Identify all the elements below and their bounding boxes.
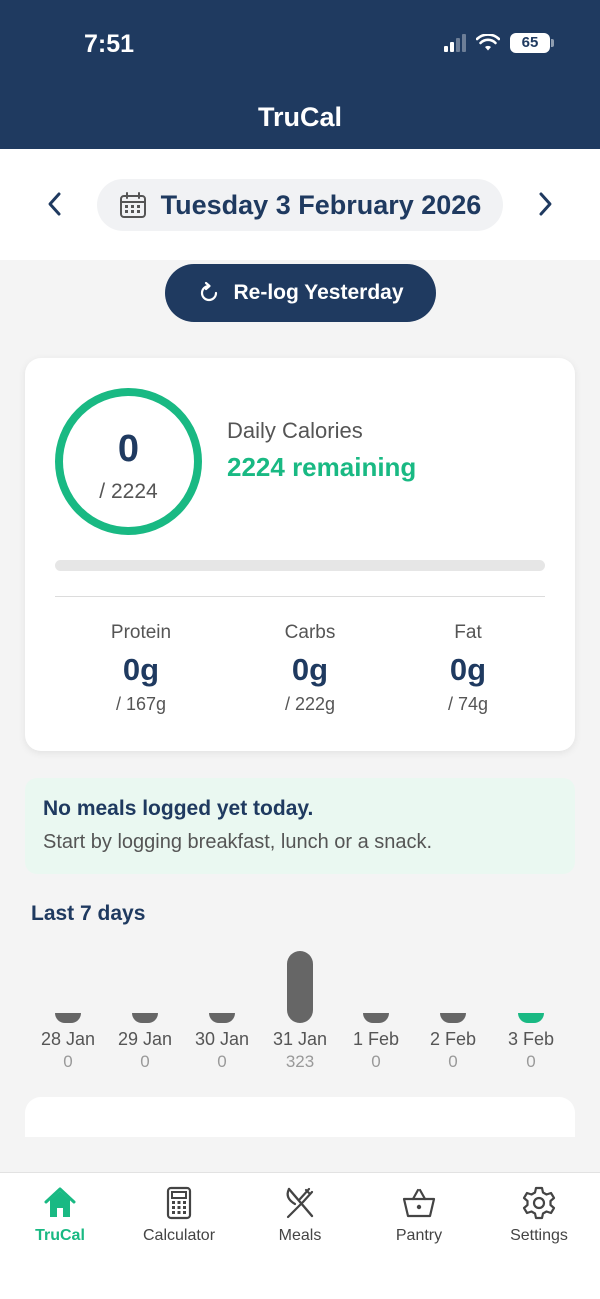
- notice-body: Start by logging breakfast, lunch or a s…: [43, 831, 433, 853]
- day-column[interactable]: 2 Feb 0: [418, 940, 488, 1075]
- day-bar: [287, 951, 313, 1023]
- day-label: 28 Jan: [40, 1029, 96, 1049]
- day-column[interactable]: 29 Jan 0: [110, 940, 180, 1075]
- date-picker[interactable]: Tuesday 3 February 2026: [97, 179, 503, 231]
- day-bar: [440, 1013, 466, 1023]
- macro-value: 0g: [449, 652, 487, 687]
- app-title: TruCal: [257, 102, 343, 132]
- day-label: 2 Feb: [429, 1029, 477, 1049]
- day-bar: [518, 1013, 544, 1023]
- calories-target: / 2224: [99, 480, 158, 503]
- gear-icon: [522, 1186, 556, 1220]
- macro-value: 0g: [122, 652, 160, 687]
- tab-meals[interactable]: Meals: [245, 1185, 355, 1249]
- day-label: 3 Feb: [507, 1029, 555, 1049]
- refresh-icon: [201, 281, 218, 302]
- day-bar: [132, 1013, 158, 1023]
- macro-label: Protein: [110, 622, 172, 643]
- tab-trucal[interactable]: TruCal: [5, 1185, 115, 1249]
- day-label: 29 Jan: [117, 1029, 173, 1049]
- macro-target: / 222g: [284, 694, 336, 714]
- macro-value: 0g: [291, 652, 329, 687]
- status-icons: 65: [444, 33, 554, 53]
- chevron-right-icon: [539, 192, 552, 216]
- tab-pantry[interactable]: Pantry: [364, 1185, 474, 1249]
- day-value: 0: [63, 1052, 73, 1071]
- empty-meals-notice: No meals logged yet today. Start by logg…: [25, 778, 575, 874]
- calorie-progress-bar: [55, 560, 545, 571]
- macro-carbs: Carbs 0g / 222g: [230, 622, 390, 715]
- day-label: 30 Jan: [194, 1029, 250, 1049]
- day-column[interactable]: 1 Feb 0: [341, 940, 411, 1075]
- date-bar: Tuesday 3 February 2026: [0, 149, 600, 260]
- day-column[interactable]: 28 Jan 0: [33, 940, 103, 1075]
- macro-label: Fat: [454, 622, 482, 643]
- day-label: 31 Jan: [272, 1029, 328, 1049]
- battery-icon: 65: [510, 33, 554, 53]
- calories-consumed: 0: [117, 428, 140, 470]
- macro-protein: Protein 0g / 167g: [61, 622, 221, 715]
- calories-remaining: 2224 remaining: [227, 452, 417, 482]
- bottom-tab-bar: TruCal Calculator Meals Pantry Settings: [0, 1172, 600, 1299]
- notice-title: No meals logged yet today.: [43, 797, 314, 820]
- tab-label: Calculator: [142, 1227, 216, 1244]
- card-divider: [55, 596, 545, 597]
- tab-label: Meals: [278, 1227, 322, 1244]
- day-column[interactable]: 31 Jan 323: [265, 940, 335, 1075]
- day-label: 1 Feb: [352, 1029, 400, 1049]
- last-7-days-title: Last 7 days: [31, 902, 146, 925]
- day-bar: [363, 1013, 389, 1023]
- tab-settings[interactable]: Settings: [484, 1185, 594, 1249]
- previous-day-button[interactable]: [40, 189, 70, 219]
- basket-icon: [402, 1188, 436, 1218]
- wifi-icon: [476, 34, 500, 51]
- tab-label: Pantry: [395, 1227, 443, 1244]
- macro-target: / 167g: [115, 694, 167, 714]
- cellular-signal-icon: [444, 34, 466, 52]
- day-column[interactable]: 30 Jan 0: [187, 940, 257, 1075]
- home-icon: [44, 1187, 76, 1217]
- relog-yesterday-label: Re-log Yesterday: [233, 281, 404, 304]
- daily-calories-label: Daily Calories: [227, 418, 363, 443]
- calendar-icon: [119, 192, 146, 218]
- chevron-left-icon: [48, 192, 61, 216]
- app-header: 7:51 65 TruCal: [0, 0, 600, 149]
- macro-target: / 74g: [447, 694, 489, 714]
- day-bar: [55, 1013, 81, 1023]
- day-value: 0: [140, 1052, 150, 1071]
- day-value: 0: [371, 1052, 381, 1071]
- tab-label: Settings: [510, 1227, 568, 1244]
- relog-yesterday-button[interactable]: Re-log Yesterday: [165, 264, 436, 322]
- calorie-ring: 0 / 2224: [55, 388, 202, 535]
- status-time: 7:51: [84, 30, 135, 58]
- calculator-icon: [166, 1186, 192, 1220]
- tab-label: TruCal: [35, 1227, 85, 1244]
- macro-fat: Fat 0g / 74g: [388, 622, 548, 715]
- macro-label: Carbs: [284, 622, 336, 643]
- next-card: [25, 1097, 575, 1137]
- day-value: 323: [285, 1052, 315, 1071]
- day-value: 0: [448, 1052, 458, 1071]
- selected-date: Tuesday 3 February 2026: [160, 189, 482, 220]
- daily-summary-card: 0 / 2224 Daily Calories 2224 remaining P…: [25, 358, 575, 751]
- day-bar: [209, 1013, 235, 1023]
- day-value: 0: [217, 1052, 227, 1071]
- next-day-button[interactable]: [530, 189, 560, 219]
- day-value: 0: [526, 1052, 536, 1071]
- tab-calculator[interactable]: Calculator: [124, 1185, 234, 1249]
- day-column[interactable]: 3 Feb 0: [496, 940, 566, 1075]
- fork-knife-icon: [286, 1187, 314, 1219]
